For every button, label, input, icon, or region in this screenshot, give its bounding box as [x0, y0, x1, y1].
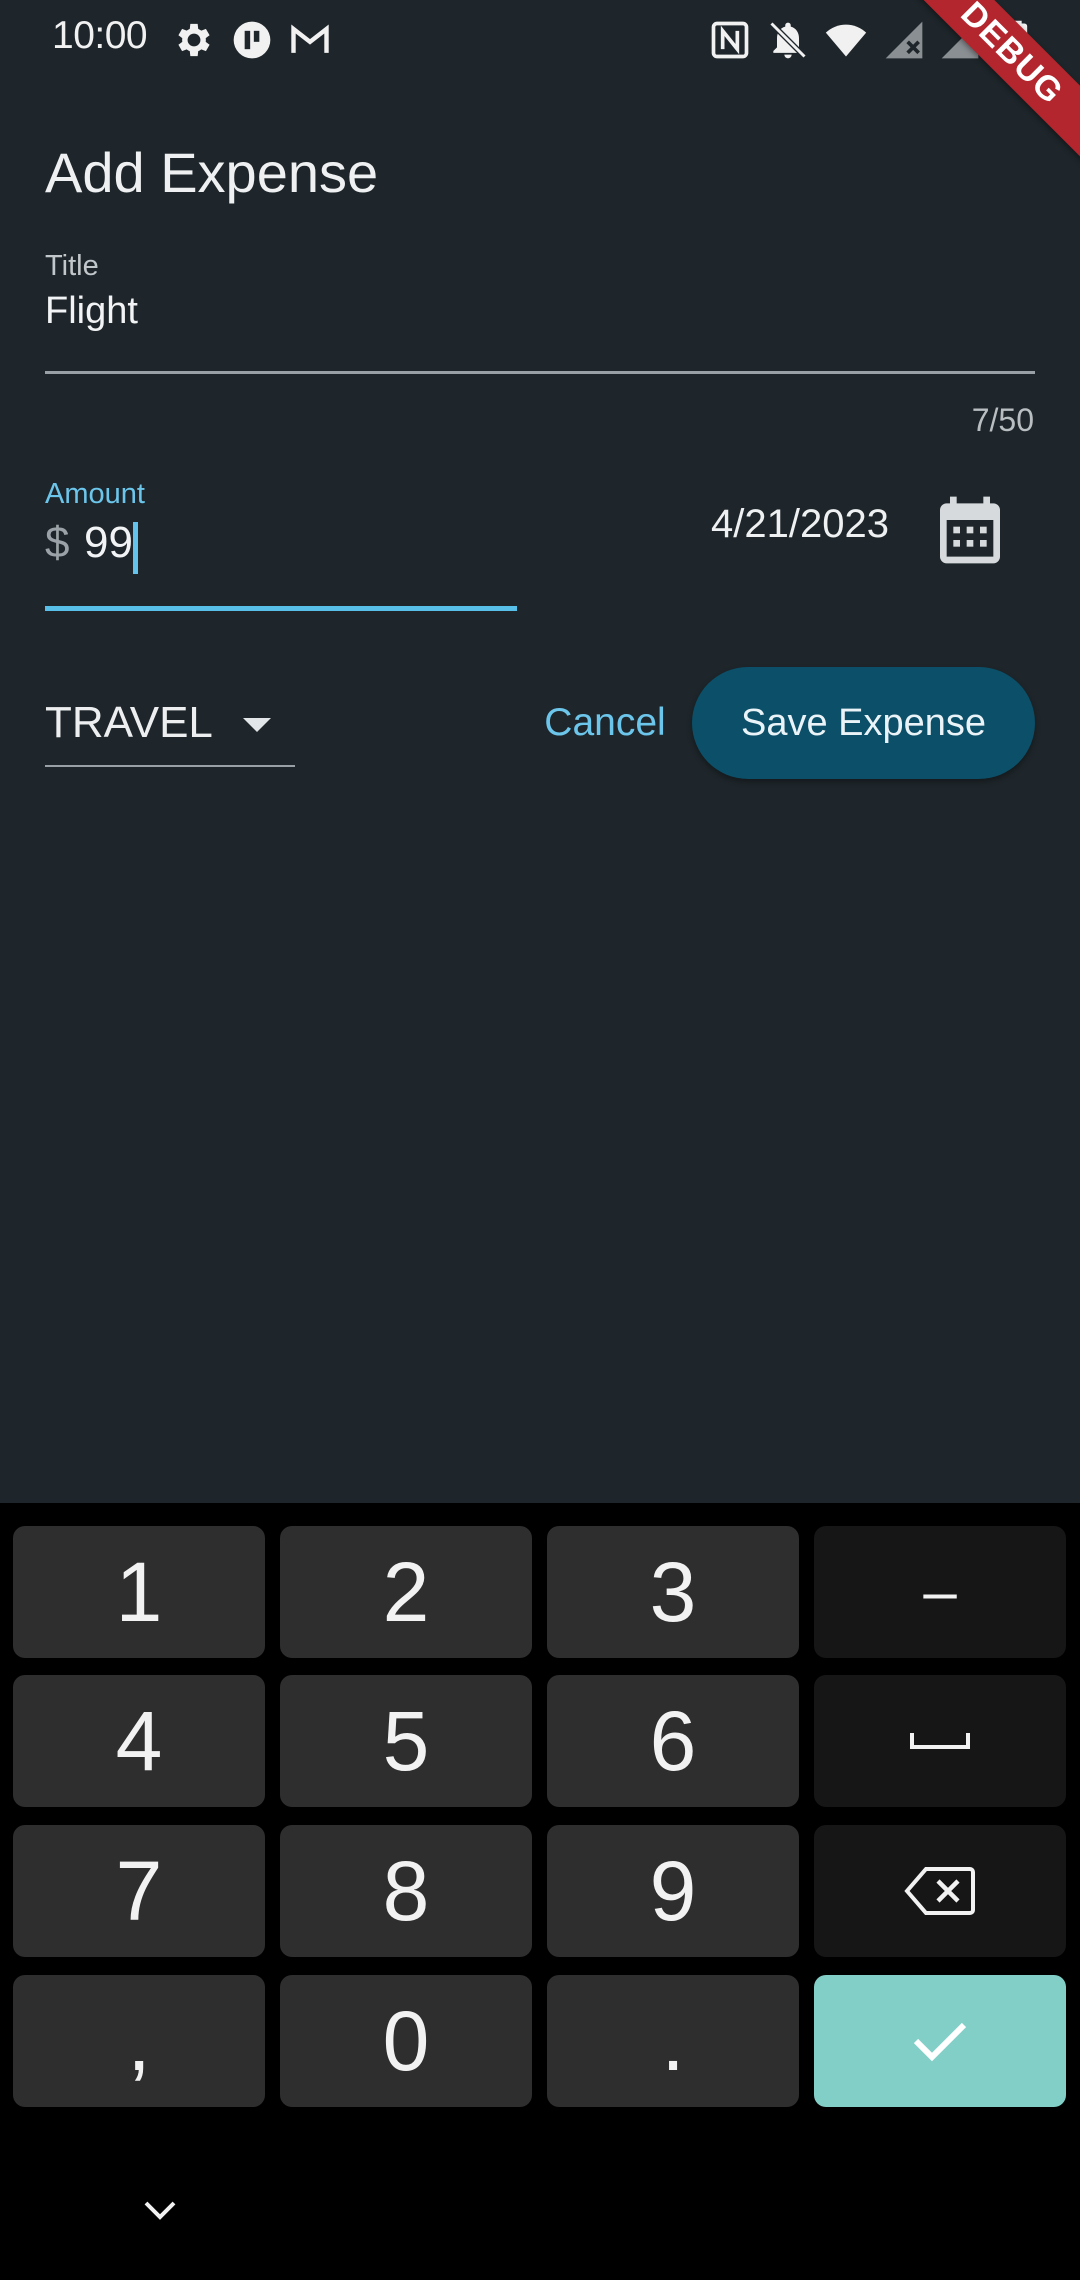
- category-dropdown[interactable]: TRAVEL: [45, 690, 295, 768]
- category-underline: [45, 765, 295, 767]
- key-7[interactable]: 7: [13, 1825, 265, 1957]
- checkmark-icon: [913, 2022, 967, 2062]
- text-cursor: [133, 522, 138, 574]
- title-field-label: Title: [45, 250, 99, 282]
- calendar-icon: [940, 496, 1000, 564]
- key-period[interactable]: .: [547, 1975, 799, 2107]
- status-time: 10:00: [52, 14, 148, 57]
- key-3[interactable]: 3: [547, 1526, 799, 1658]
- gear-icon: [172, 18, 216, 62]
- key-9[interactable]: 9: [547, 1825, 799, 1957]
- amount-field-label: Amount: [45, 478, 145, 510]
- app-icon: [230, 18, 274, 62]
- key-0[interactable]: 0: [280, 1975, 532, 2107]
- selected-date: 4/21/2023: [711, 502, 889, 546]
- calendar-button[interactable]: [930, 490, 1010, 570]
- title-field-underline: [45, 371, 1035, 374]
- page-title: Add Expense: [45, 141, 379, 204]
- title-field-value[interactable]: Flight: [45, 290, 138, 333]
- key-backspace[interactable]: [814, 1825, 1066, 1957]
- key-2[interactable]: 2: [280, 1526, 532, 1658]
- key-8[interactable]: 8: [280, 1825, 532, 1957]
- key-1[interactable]: 1: [13, 1526, 265, 1658]
- key-confirm[interactable]: [814, 1975, 1066, 2107]
- title-character-counter: 7/50: [971, 402, 1034, 438]
- numeric-keyboard: 1 2 3 – 4 5 6 7 8 9 , 0 .: [0, 1503, 1080, 2280]
- key-minus[interactable]: –: [814, 1526, 1066, 1658]
- key-comma[interactable]: ,: [13, 1975, 265, 2107]
- wifi-icon: [824, 18, 868, 62]
- key-4[interactable]: 4: [13, 1675, 265, 1807]
- key-6[interactable]: 6: [547, 1675, 799, 1807]
- key-5[interactable]: 5: [280, 1675, 532, 1807]
- amount-field-value[interactable]: 99: [84, 518, 133, 568]
- cancel-button[interactable]: Cancel: [530, 692, 680, 754]
- dropdown-arrow-icon: [243, 718, 271, 732]
- keyboard-hide-chevron-icon[interactable]: [140, 2195, 180, 2225]
- key-space[interactable]: [814, 1675, 1066, 1807]
- amount-field-underline: [45, 606, 517, 611]
- category-selected-value: TRAVEL: [45, 698, 213, 747]
- save-expense-button[interactable]: Save Expense: [692, 667, 1035, 779]
- backspace-icon: [904, 1867, 975, 1915]
- signal-icon: [882, 18, 926, 62]
- nfc-icon: [708, 18, 752, 62]
- amount-currency-prefix: $: [45, 518, 70, 567]
- gmail-icon: [288, 18, 332, 62]
- space-icon: [910, 1733, 970, 1749]
- status-bar: 10:00: [0, 0, 1080, 80]
- bell-off-icon: [766, 18, 810, 62]
